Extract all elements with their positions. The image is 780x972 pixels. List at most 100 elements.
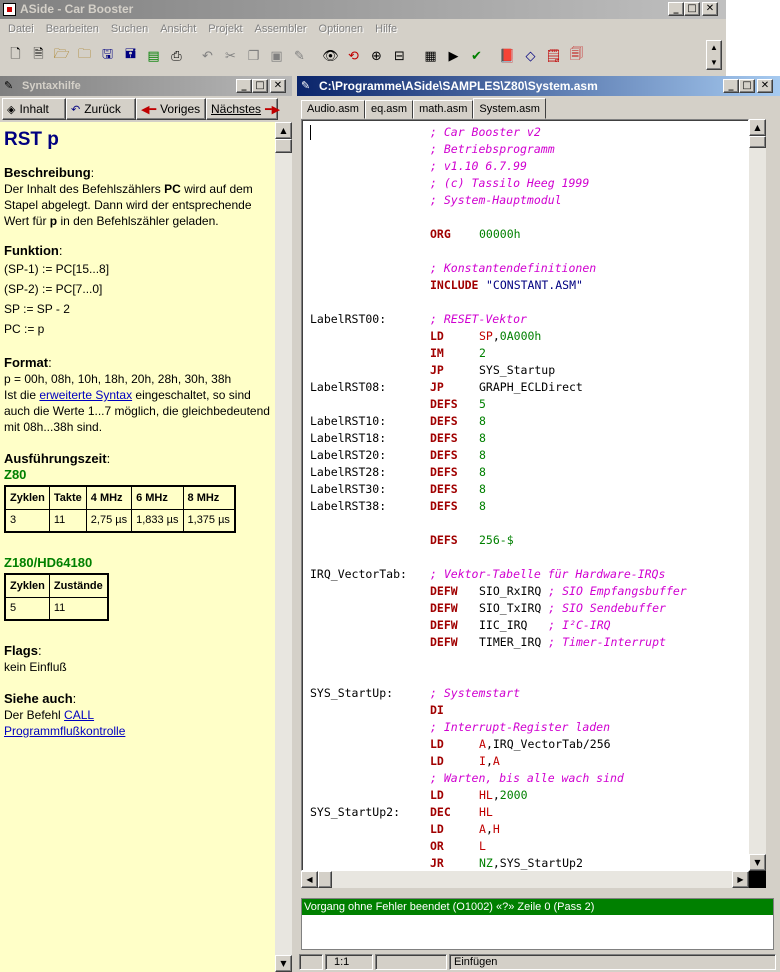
code-mnemonic: DEFS (430, 533, 458, 547)
code-mnemonic: DEFS (430, 482, 458, 496)
new-file-icon[interactable]: 🗋 (4, 45, 27, 68)
code-mnemonic: DEFS (430, 397, 458, 411)
scroll-up-icon[interactable]: ▲ (275, 122, 292, 139)
program-flow-link[interactable]: Programmflußkontrolle (4, 724, 125, 738)
menu-ansicht[interactable]: Ansicht (154, 23, 202, 35)
print-icon[interactable]: ⎙ (165, 45, 188, 68)
cut-icon[interactable]: ✂ (219, 45, 242, 68)
previous-button[interactable]: ◀━ Voriges (136, 98, 206, 120)
menu-projekt[interactable]: Projekt (202, 23, 248, 35)
open-project-icon[interactable]: 🗀 (73, 45, 96, 68)
code-operand: SIO_RxIRQ ; SIO Empfangsbuffer (479, 584, 687, 598)
menu-suchen[interactable]: Suchen (105, 23, 154, 35)
contents-icon: ◈ (7, 102, 16, 116)
editor-window: ✎ C:\Programme\ASide\SAMPLES\Z80\System.… (297, 76, 780, 972)
code-label: LabelRST08: (310, 380, 387, 394)
help-nav-bar: ◈ Inhalt ↶ Zurück ◀━ Voriges Nächstes ━▶ (0, 97, 292, 121)
code-line: INCLUDE "CONSTANT.ASM" (302, 277, 748, 294)
tab-system[interactable]: System.asm (473, 98, 546, 119)
code-operand: TIMER_IRQ ; Timer-Interrupt (479, 635, 666, 649)
code-comment: ; Konstantendefinitionen (430, 261, 597, 275)
save-icon[interactable]: 🖫 (96, 45, 119, 68)
left-arrow-icon: ◀━ (141, 102, 157, 116)
menu-bearbeiten[interactable]: Bearbeiten (40, 23, 105, 35)
help-icon[interactable]: ◇ (519, 45, 542, 68)
maximize-icon[interactable]: □ (739, 79, 755, 93)
edit-icon[interactable]: ✎ (288, 45, 311, 68)
new-document-icon[interactable]: 🗎 (27, 45, 50, 68)
book-icon[interactable]: 📕 (496, 45, 519, 68)
close-file-icon[interactable]: ▤ (142, 45, 165, 68)
contents-button[interactable]: ◈ Inhalt (2, 98, 66, 120)
scroll-down-icon[interactable]: ▼ (749, 854, 766, 871)
maximize-icon[interactable]: □ (684, 2, 700, 16)
scroll-thumb[interactable] (318, 871, 332, 888)
minimize-icon[interactable]: _ (723, 79, 739, 93)
replace-icon[interactable]: ⟲ (342, 45, 365, 68)
minimize-icon[interactable]: _ (668, 2, 684, 16)
code-operand: IIC_IRQ ; I²C-IRQ (479, 618, 611, 632)
scroll-thumb[interactable] (749, 136, 766, 148)
run-icon[interactable]: ▶ (442, 45, 465, 68)
scroll-down-icon[interactable]: ▼ (707, 56, 721, 71)
goto-icon[interactable]: ⊕ (365, 45, 388, 68)
menu-datei[interactable]: Datei (2, 23, 40, 35)
tab-audio[interactable]: Audio.asm (301, 100, 365, 119)
bookmark-icon[interactable]: ⊟ (388, 45, 411, 68)
menu-hilfe[interactable]: Hilfe (369, 23, 403, 35)
code-mnemonic: DEFS (430, 414, 458, 428)
code-editor[interactable]: ; Car Booster v2 ; Betriebsprogramm ; v1.1… (301, 119, 749, 871)
close-icon[interactable]: ✕ (270, 79, 286, 93)
format-line: p = 00h, 08h, 10h, 18h, 20h, 28h, 30h, 3… (4, 372, 232, 386)
close-icon[interactable]: ✕ (702, 2, 718, 16)
tools-icon[interactable]: 🗐 (565, 45, 588, 68)
scroll-right-icon[interactable]: ▶ (732, 871, 749, 888)
find-icon[interactable]: 👁 (319, 45, 342, 68)
minimize-icon[interactable]: _ (236, 79, 252, 93)
tab-eq[interactable]: eq.asm (364, 100, 414, 119)
open-folder-icon[interactable]: 🗁 (50, 45, 73, 68)
compile-icon[interactable]: ▦ (419, 45, 442, 68)
code-line: DEFW TIMER_IRQ ; Timer-Interrupt (302, 634, 748, 651)
table-cell: 1,833 µs (131, 508, 184, 533)
next-button[interactable]: Nächstes ━▶ (206, 98, 280, 120)
help-scrollbar[interactable]: ▲ ▼ (275, 122, 292, 972)
code-line: LabelRST00: ; RESET-Vektor (302, 311, 748, 328)
maximize-icon[interactable]: □ (252, 79, 268, 93)
code-label: LabelRST20: (310, 448, 387, 462)
code-line: LabelRST28: DEFS 8 (302, 464, 748, 481)
scroll-left-icon[interactable]: ◀ (301, 871, 318, 888)
code-operand: GRAPH_ECLDirect (479, 380, 583, 394)
code-line: OR L (302, 838, 748, 855)
check-icon[interactable]: ✔ (465, 45, 488, 68)
scroll-thumb[interactable] (275, 139, 292, 153)
paste-icon[interactable]: ▣ (265, 45, 288, 68)
close-icon[interactable]: ✕ (757, 79, 773, 93)
extended-syntax-link[interactable]: erweiterte Syntax (39, 388, 132, 402)
editor-window-controls: _ □ ✕ (723, 79, 773, 93)
save-all-icon[interactable]: 🖬 (119, 45, 142, 68)
menu-assembler[interactable]: Assembler (249, 23, 313, 35)
code-line: LabelRST20: DEFS 8 (302, 447, 748, 464)
tab-math[interactable]: math.asm (413, 100, 474, 119)
notes-icon[interactable]: 🗒 (542, 45, 565, 68)
copy-icon[interactable]: ❐ (242, 45, 265, 68)
call-link[interactable]: CALL (64, 708, 94, 722)
undo-icon[interactable]: ↶ (196, 45, 219, 68)
code-vertical-scrollbar[interactable]: ▲ ▼ (749, 119, 766, 871)
scroll-up-icon[interactable]: ▲ (749, 119, 766, 136)
code-label: SYS_StartUp: (310, 686, 394, 700)
back-button[interactable]: ↶ Zurück (66, 98, 136, 120)
output-panel[interactable]: Vorgang ohne Fehler beendet (O1002) «?» … (301, 898, 774, 950)
code-line: LabelRST08: JP GRAPH_ECLDirect (302, 379, 748, 396)
code-line: ; System-Hauptmodul (302, 192, 748, 209)
toolbar-scroller[interactable]: ▲ ▼ (706, 40, 722, 70)
code-operand: 8 (479, 499, 486, 513)
menu-optionen[interactable]: Optionen (313, 23, 370, 35)
code-mnemonic: DEFW (430, 584, 458, 598)
code-horizontal-scrollbar[interactable]: ◀ ▶ (301, 871, 766, 888)
scroll-up-icon[interactable]: ▲ (707, 41, 721, 56)
scroll-down-icon[interactable]: ▼ (275, 955, 292, 972)
section-exec-time: Ausführungszeit (4, 451, 107, 466)
